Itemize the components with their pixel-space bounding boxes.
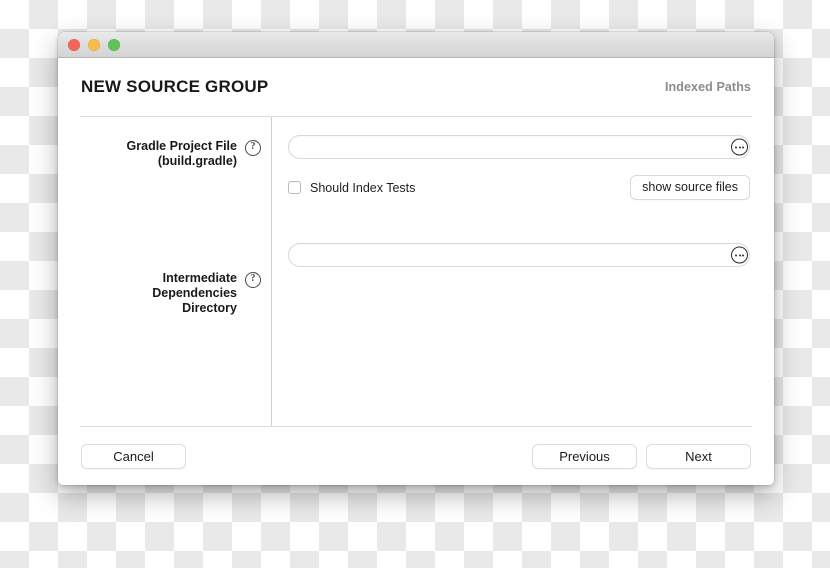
dot (735, 254, 737, 256)
page-title: NEW SOURCE GROUP (81, 77, 269, 96)
dot (735, 146, 737, 148)
help-icon[interactable]: ? (245, 140, 261, 156)
window-titlebar[interactable] (58, 32, 774, 58)
index-tests-row: Should Index Tests show source files (288, 175, 750, 200)
dot (738, 146, 741, 148)
dot (738, 254, 741, 256)
form-label-column: Gradle Project File (build.gradle) ? Int… (80, 117, 272, 426)
intermediate-dependencies-input[interactable] (288, 243, 750, 267)
help-icon[interactable]: ? (245, 272, 261, 288)
gradle-project-file-input[interactable] (288, 135, 750, 159)
next-button[interactable]: Next (646, 443, 751, 469)
form-content: Gradle Project File (build.gradle) ? Int… (80, 116, 752, 427)
ellipsis-icon[interactable] (731, 246, 748, 264)
intermediate-dependencies-input-wrap (288, 243, 750, 267)
cancel-button[interactable]: Cancel (81, 443, 186, 469)
gradle-project-file-input-wrap (288, 135, 750, 159)
intermediate-dependencies-label: Intermediate Dependencies Directory (97, 271, 237, 316)
minimize-window-button[interactable] (88, 38, 100, 51)
ellipsis-icon[interactable] (731, 138, 748, 156)
should-index-tests-label: Should Index Tests (310, 180, 416, 195)
dialog-footer: Cancel Previous Next (80, 427, 752, 485)
should-index-tests-checkbox[interactable] (288, 181, 301, 194)
intermediate-dependencies-field-row (288, 243, 752, 308)
gradle-project-file-label: Gradle Project File (build.gradle) (127, 139, 237, 169)
intermediate-dependencies-label-row: Intermediate Dependencies Directory ? (80, 201, 271, 315)
label-line-2: Dependencies Directory (152, 286, 237, 315)
gradle-project-file-label-row: Gradle Project File (build.gradle) ? (80, 135, 271, 201)
maximize-window-button[interactable] (108, 38, 120, 51)
dot (742, 146, 744, 148)
dialog-body: NEW SOURCE GROUP Indexed Paths Gradle Pr… (58, 58, 774, 485)
traffic-light-group (68, 38, 120, 51)
nav-button-group: Previous Next (532, 443, 751, 469)
dialog-header: NEW SOURCE GROUP Indexed Paths (80, 58, 752, 116)
label-line-1: Gradle Project File (126, 139, 237, 153)
label-line-2: (build.gradle) (157, 154, 237, 168)
close-window-button[interactable] (68, 38, 80, 51)
indexed-paths-label: Indexed Paths (664, 80, 751, 94)
dialog-window: NEW SOURCE GROUP Indexed Paths Gradle Pr… (58, 32, 774, 485)
show-source-files-button[interactable]: show source files (630, 175, 750, 200)
label-line-1: Intermediate (162, 271, 237, 285)
index-tests-control[interactable]: Should Index Tests (288, 181, 415, 195)
dot (742, 254, 744, 256)
form-field-column: Should Index Tests show source files (272, 117, 752, 426)
gradle-project-file-field-row: Should Index Tests show source files (288, 135, 752, 201)
previous-button[interactable]: Previous (532, 443, 637, 469)
